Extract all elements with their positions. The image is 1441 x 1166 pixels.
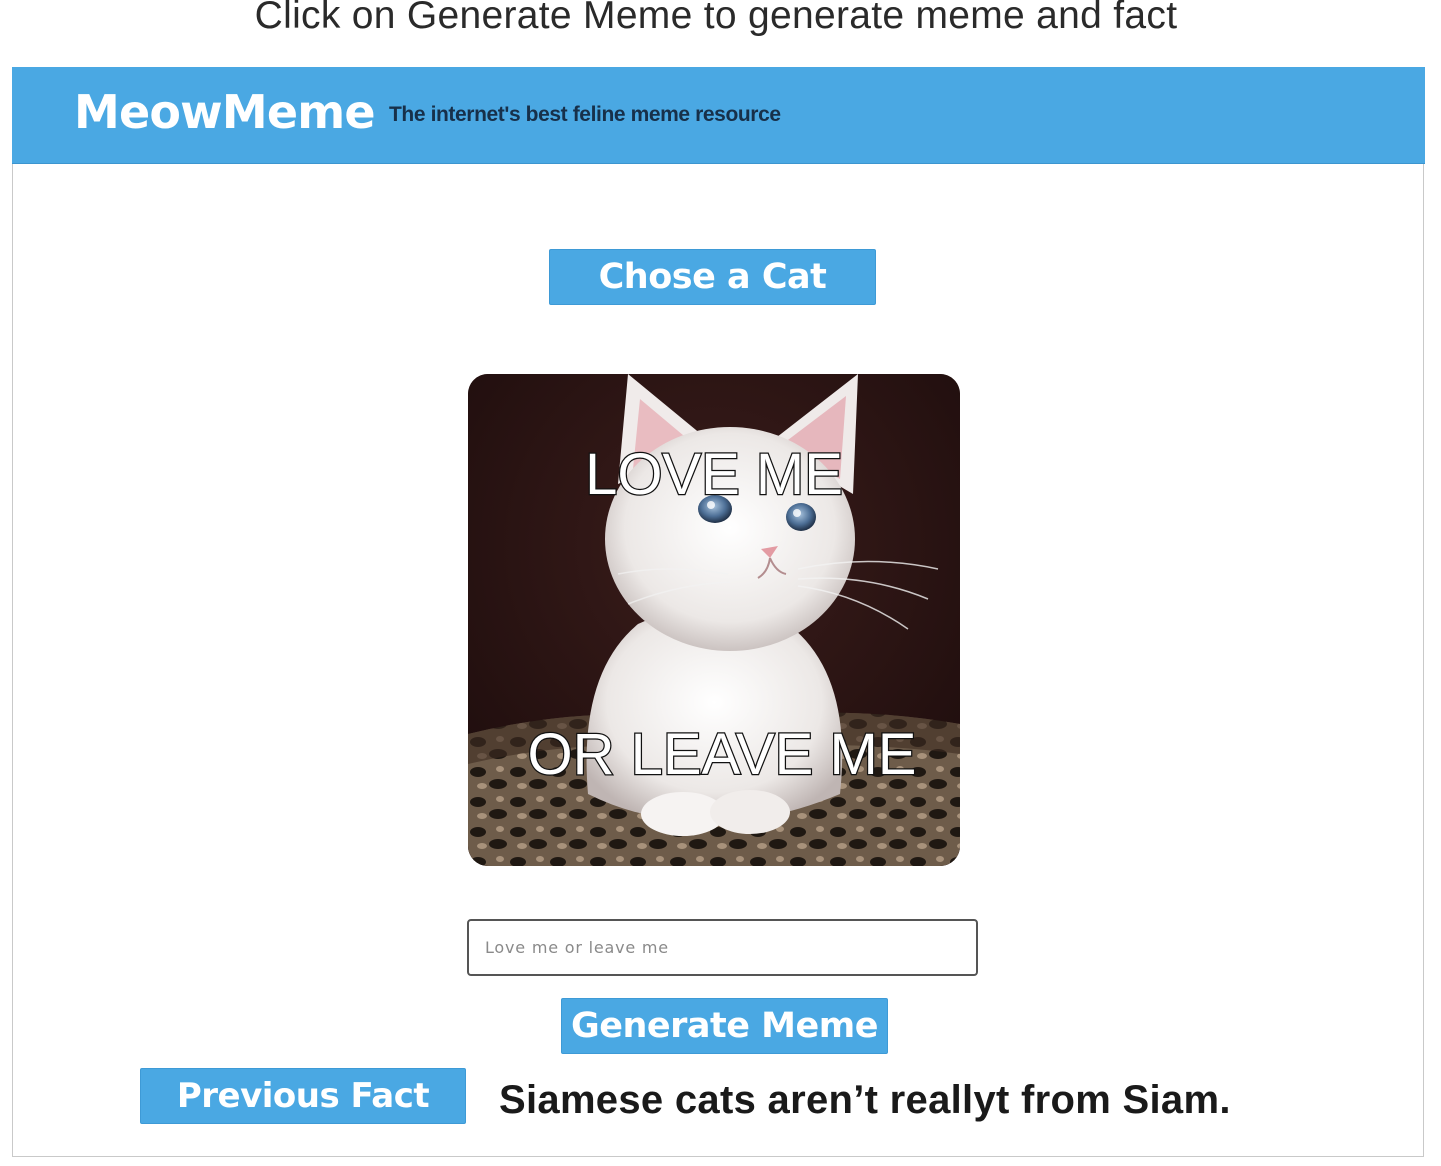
cat-fact-text: Siamese cats aren’t reallyt from Siam.	[499, 1078, 1231, 1122]
previous-fact-button[interactable]: Previous Fact	[140, 1068, 466, 1124]
chose-cat-button[interactable]: Chose a Cat	[549, 249, 876, 305]
instruction-text: Click on Generate Meme to generate meme …	[254, 0, 1178, 37]
meme-image: LOVE ME OR LEAVE ME	[468, 374, 960, 866]
generate-meme-button[interactable]: Generate Meme	[561, 998, 888, 1054]
meme-caption-input[interactable]	[467, 919, 978, 976]
meme-bottom-text: OR LEAVE ME	[526, 721, 917, 789]
brand-tagline: The internet's best feline meme resource	[389, 103, 781, 126]
brand-logo[interactable]: MeowMeme	[74, 85, 376, 139]
meme-top-text: LOVE ME	[584, 441, 844, 509]
page: Click on Generate Meme to generate meme …	[0, 0, 1441, 1166]
app-header: MeowMeme The internet's best feline meme…	[12, 67, 1425, 164]
